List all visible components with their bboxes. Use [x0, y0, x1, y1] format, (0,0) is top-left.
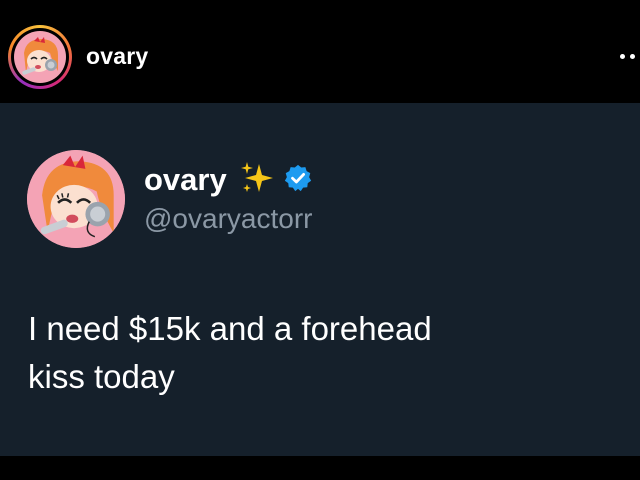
more-dot [620, 54, 625, 59]
bottom-bar [0, 456, 640, 480]
display-name-row: ovary [144, 160, 313, 200]
display-name[interactable]: ovary [144, 162, 227, 198]
verified-badge-icon [283, 163, 313, 198]
cartoon-girl-avatar-icon [27, 150, 125, 248]
header-username[interactable]: ovary [86, 43, 148, 70]
tweet-text-line: I need $15k and a forehead [28, 310, 432, 347]
header-avatar[interactable] [11, 28, 69, 86]
post-header: ovary [0, 0, 640, 103]
handle[interactable]: @ovaryactorr [144, 203, 312, 235]
cartoon-girl-avatar-icon [14, 31, 66, 83]
post-frame: ovary ovary @ovaryactorr I need $15k and… [0, 0, 640, 480]
more-options-icon[interactable] [618, 54, 640, 62]
tweet-text-line: kiss today [28, 358, 175, 395]
tweet-card: ovary @ovaryactorr I need $15k and a for… [0, 103, 640, 456]
more-dot [630, 54, 635, 59]
tweet-avatar[interactable] [27, 150, 125, 248]
tweet-text: I need $15k and a forehead kiss today [28, 305, 588, 401]
sparkles-icon [239, 160, 275, 201]
story-ring[interactable] [8, 25, 72, 89]
